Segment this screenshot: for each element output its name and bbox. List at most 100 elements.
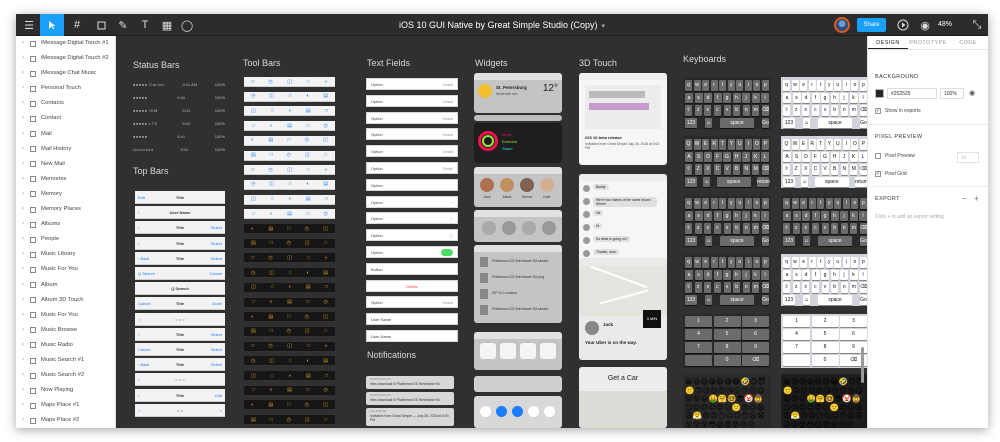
keyboard-key[interactable]: 2 (713, 316, 741, 327)
keyboard-key[interactable]: r (710, 257, 718, 268)
tool-icon[interactable]: ▤ (251, 328, 256, 334)
top-bar-right[interactable]: Select (211, 362, 222, 367)
chevron-right-icon[interactable]: › (19, 338, 27, 353)
option-row[interactable]: Option Detail (366, 78, 458, 90)
keyboard-key[interactable]: r (808, 198, 816, 209)
layer-item[interactable]: › Contacts (16, 96, 115, 111)
keyboard-key[interactable]: t (817, 80, 825, 91)
chevron-right-icon[interactable]: › (19, 96, 27, 111)
keyboard-key[interactable]: w (791, 257, 799, 268)
tool-icon[interactable]: ▤ (251, 152, 256, 158)
layer-item[interactable]: › Music Search #1 (16, 353, 115, 368)
layer-item[interactable]: › Music For You (16, 262, 115, 277)
tool-icon[interactable]: □ (306, 387, 309, 393)
keyboard-key[interactable]: Go (860, 235, 867, 246)
keyboard-key[interactable]: o (753, 198, 761, 209)
shortcut-tile[interactable] (540, 343, 556, 359)
keyboard-key[interactable]: m (752, 223, 760, 234)
keyboard-key[interactable]: Z (792, 164, 800, 175)
keyboard-key[interactable]: E (800, 139, 808, 150)
keyboard-key[interactable]: v (821, 105, 829, 116)
keyboard-key[interactable]: d (704, 269, 712, 280)
keyboard-key[interactable]: w (693, 80, 701, 91)
scale-select[interactable]: 1x (957, 152, 979, 163)
top-bar-right[interactable]: Select (211, 332, 222, 337)
keyboard-key[interactable]: space (818, 235, 852, 246)
keyboard-key[interactable]: f (713, 210, 722, 221)
keyboard-key[interactable]: N (840, 164, 848, 175)
tool-icon[interactable]: ▤ (306, 284, 311, 290)
layer-item[interactable]: › Memories (16, 172, 115, 187)
layer-item[interactable]: › Albums (16, 217, 115, 232)
keyboard-key[interactable]: 123 (685, 235, 697, 246)
option-row[interactable]: Option Detail (366, 145, 458, 158)
keyboard-key[interactable]: e (800, 257, 808, 268)
keyboard-key[interactable]: a (783, 269, 791, 280)
tool-icon[interactable]: ◐ (325, 79, 328, 85)
keyboard-key[interactable]: n (840, 282, 848, 293)
keyboard-key[interactable]: 4 (783, 329, 810, 340)
file-name[interactable]: Platforma iOS Wireframe Kit.sketch (492, 307, 549, 311)
tool-icon[interactable]: ◫ (305, 417, 310, 423)
notification-card[interactable]: NOTIFICATION New download of Platforma i… (366, 376, 454, 389)
keyboard-key[interactable]: g (723, 210, 731, 221)
keyboard-key[interactable]: M (850, 164, 858, 175)
tool-icon[interactable]: □ (306, 211, 309, 217)
canvas-scrollbar[interactable] (861, 347, 864, 383)
keyboard-key[interactable]: u (834, 80, 842, 91)
keyboard-key[interactable]: 5 (713, 329, 741, 340)
keyboard-key[interactable]: i (842, 80, 850, 91)
tool-icon[interactable]: ☆ (324, 328, 328, 334)
keyboard-key[interactable]: Q (783, 139, 790, 150)
keyboard-key[interactable]: y (825, 198, 833, 209)
keyboard-key[interactable]: f (811, 210, 820, 221)
tool-icon[interactable]: □ (325, 196, 328, 202)
chevron-right-icon[interactable]: › (19, 398, 27, 413)
keyboard-key[interactable]: w (791, 80, 799, 91)
keyboard-key[interactable]: o (851, 80, 859, 91)
keyboard-key[interactable]: ⇧ (685, 164, 692, 175)
keyboard-key[interactable]: 123 (783, 235, 795, 246)
tool-icon[interactable]: ◐ (289, 108, 292, 114)
people-widget[interactable]: Jack Maria Emma Kate (474, 167, 562, 207)
keyboard-key[interactable]: g (821, 269, 829, 280)
keyboard-key[interactable]: Q (685, 139, 692, 150)
minus-icon[interactable]: − (962, 194, 967, 203)
keyboard-key[interactable]: 1 (685, 316, 712, 327)
tool-icon[interactable]: ◫ (269, 181, 274, 187)
tool-icon[interactable]: □ (270, 152, 273, 158)
keyboard-key[interactable]: m (850, 105, 858, 116)
keyboard-key[interactable]: A (783, 151, 791, 162)
layer-item[interactable]: › iMessage Digital Touch #2 (16, 51, 115, 66)
chevron-right-icon[interactable]: › (19, 232, 27, 247)
layer-item[interactable]: › Album (16, 278, 115, 293)
keyboard-key[interactable]: t (719, 257, 727, 268)
tool-icon[interactable]: ◐ (289, 284, 292, 290)
keyboard-key[interactable]: f (713, 92, 722, 103)
toggle-switch[interactable] (441, 249, 453, 256)
file-name[interactable]: ZIP 10 Location (492, 291, 517, 295)
keyboard-key[interactable]: S (694, 151, 703, 162)
control-center-widget[interactable] (474, 396, 562, 428)
tool-icon[interactable]: ▤ (306, 373, 311, 379)
tool-icon[interactable]: □ (306, 123, 309, 129)
top-bar-right[interactable]: Select (211, 256, 222, 261)
eye-icon[interactable]: ◉ (969, 89, 975, 97)
keyboard-key[interactable]: x (704, 282, 712, 293)
keyboard-key[interactable]: j (742, 92, 750, 103)
shortcuts-widget[interactable] (474, 332, 562, 370)
keyboard-key[interactable]: e (702, 257, 710, 268)
file-name[interactable]: Platforma iOS Wireframe Kit.png (492, 275, 544, 279)
keyboard-key[interactable]: U (834, 139, 842, 150)
layer-item[interactable]: › Personal Touch (16, 81, 115, 96)
layer-item[interactable]: › Music Browse (16, 323, 115, 338)
keyboard-key[interactable]: 7 (783, 342, 810, 353)
keyboard-key[interactable]: x (704, 105, 712, 116)
keyboard-key[interactable]: i (744, 80, 752, 91)
tool-icon[interactable]: ◫ (287, 255, 292, 261)
keyboard-key[interactable]: U (736, 139, 744, 150)
keyboard-key[interactable]: h (732, 269, 741, 280)
tool-icon[interactable]: ◫ (305, 240, 310, 246)
keyboard-key[interactable]: y (825, 80, 833, 91)
keyboard-key[interactable]: V (723, 164, 731, 175)
